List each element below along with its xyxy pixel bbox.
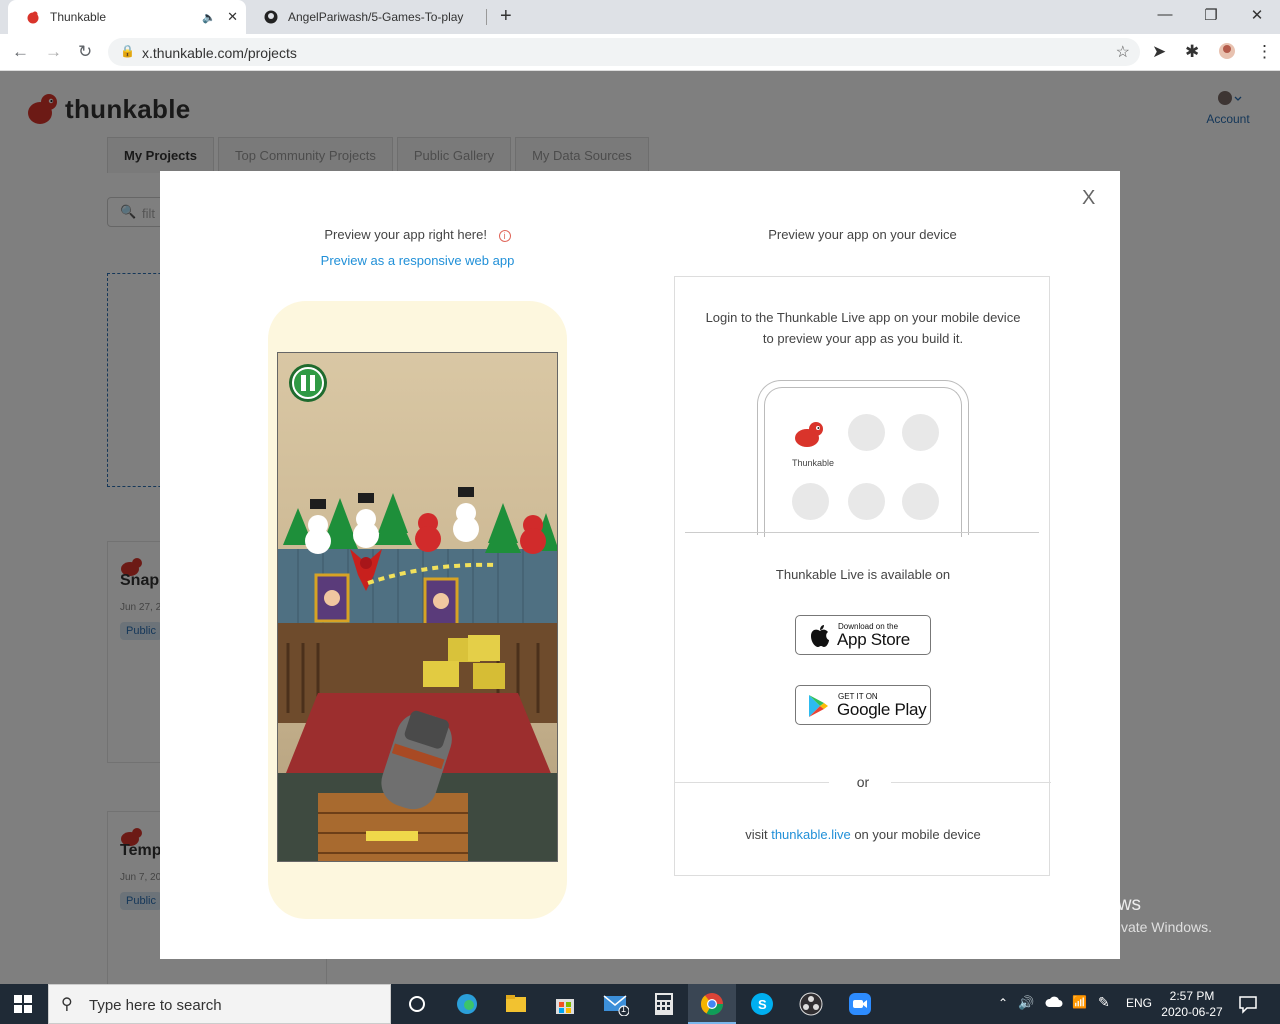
mock-phone-illustration: Thunkable [757,380,969,537]
clock-time: 2:57 PM [1169,989,1215,1003]
zoom-icon[interactable] [848,992,872,1016]
maximize-button[interactable]: ❐ [1188,6,1234,24]
close-window-button[interactable]: ✕ [1234,6,1280,24]
wifi-icon[interactable]: 📶 [1072,995,1087,1009]
activation-watermark-text: Go to Settings to activate Windows. [991,919,1212,935]
mail-badge: 1 [621,1004,627,1014]
app-store-big-text: App Store [837,630,910,649]
chrome-taskbar-button[interactable] [688,984,736,1024]
close-tab-icon[interactable]: ✕ [227,9,238,25]
google-play-icon [807,694,829,723]
windows-start-icon[interactable] [14,995,32,1018]
forward-icon[interactable]: → [45,42,62,62]
visit-suffix: on your mobile device [850,827,981,842]
skype-icon[interactable]: S [750,992,774,1016]
tab-divider [486,9,487,25]
thunkable-favicon-icon [26,10,40,24]
store-icon[interactable] [553,992,577,1016]
visit-instructions: visit thunkable.live on your mobile devi… [675,827,1051,842]
address-bar[interactable]: 🔒 x.thunkable.com/projects ☆ [108,38,1140,66]
profile-avatar-icon[interactable] [1218,42,1236,65]
send-tab-icon[interactable]: ➤ [1152,42,1166,62]
visit-prefix: visit [745,827,772,842]
search-placeholder: Type here to search [89,997,222,1014]
windows-taskbar: ⚲ Type here to search 1 S ⌃ 🔊 📶 ✎ ENG 2:… [0,984,1280,1024]
browser-tab-bar: Thunkable 🔈 ✕ AngelPariwash/5-Games-To-p… [0,0,1280,34]
volume-icon[interactable]: 🔊 [1018,995,1034,1011]
edge-icon[interactable] [455,992,479,1016]
pen-icon[interactable]: ✎ [1098,994,1110,1011]
google-play-big-text: Google Play [837,700,927,719]
clock[interactable]: 2:57 PM 2020-06-27 [1160,988,1224,1020]
preview-here-text: Preview your app right here! [324,227,487,242]
file-explorer-icon[interactable] [504,992,528,1016]
minimize-button[interactable]: — [1142,6,1188,23]
login-instructions: Login to the Thunkable Live app on your … [705,310,1021,346]
responsive-web-app-link[interactable]: Preview as a responsive web app [160,253,675,268]
onedrive-icon[interactable] [1045,995,1063,1014]
app-placeholder-icon [792,483,829,520]
preview-device-heading: Preview your app on your device [768,227,957,242]
app-placeholder-icon [902,483,939,520]
back-icon[interactable]: ← [12,42,29,62]
app-store-button[interactable]: Download on the App Store [795,615,931,655]
github-favicon-icon [264,10,278,24]
calculator-icon[interactable] [652,992,676,1016]
url-text: x.thunkable.com/projects [142,45,297,61]
taskbar-search-input[interactable]: ⚲ Type here to search [48,984,391,1024]
app-placeholder-icon [902,414,939,451]
game-preview-screen[interactable] [277,352,558,862]
tab-github[interactable]: AngelPariwash/5-Games-To-play [246,0,487,34]
info-icon[interactable]: i [498,229,511,242]
task-view-icon[interactable] [405,992,429,1016]
activation-watermark-title: Activate Windows [991,894,1141,915]
app-placeholder-icon [848,483,885,520]
mock-phone-screen: Thunkable [764,387,962,537]
reload-icon[interactable]: ↻ [78,42,92,62]
tab-title: Thunkable [50,10,107,24]
page: thunkable Account My Projects Top Commun… [0,71,1280,984]
mock-app-label: Thunkable [791,458,835,468]
language-indicator[interactable]: ENG [1126,996,1152,1010]
device-preview-panel: Login to the Thunkable Live app on your … [674,276,1051,876]
search-icon: ⚲ [61,996,73,1013]
thunkable-app-icon [793,420,827,453]
navigation-bar: ← → ↻ 🔒 x.thunkable.com/projects ☆ ➤ ✱ ⋮ [0,34,1280,71]
speaker-icon[interactable]: 🔈 [202,11,216,24]
tab-thunkable[interactable]: Thunkable 🔈 ✕ [8,0,246,34]
divider [685,532,1039,533]
thunkable-live-link[interactable]: thunkable.live [771,827,851,842]
clock-date: 2020-06-27 [1161,1005,1223,1019]
lock-icon: 🔒 [120,44,135,58]
svg-text:S: S [758,997,767,1012]
new-tab-button[interactable]: + [500,5,512,28]
menu-kebab-icon[interactable]: ⋮ [1256,42,1273,62]
or-separator: or [856,774,870,790]
bookmark-star-icon[interactable]: ☆ [1116,42,1130,62]
availability-text: Thunkable Live is available on [775,567,951,582]
app-placeholder-icon [848,414,885,451]
google-play-button[interactable]: GET IT ON Google Play [795,685,931,725]
preview-here-heading: Preview your app right here! i [160,227,675,242]
apple-icon [810,624,830,653]
tab-title: AngelPariwash/5-Games-To-play [288,10,464,24]
mail-icon[interactable]: 1 [603,992,630,1017]
obs-icon[interactable] [799,992,823,1016]
preview-modal: X Preview your app right here! i Preview… [160,171,1120,959]
extensions-icon[interactable]: ✱ [1185,42,1199,62]
close-icon[interactable]: X [1082,187,1095,210]
notifications-icon[interactable] [1238,994,1258,1019]
tray-chevron-icon[interactable]: ⌃ [998,996,1008,1010]
